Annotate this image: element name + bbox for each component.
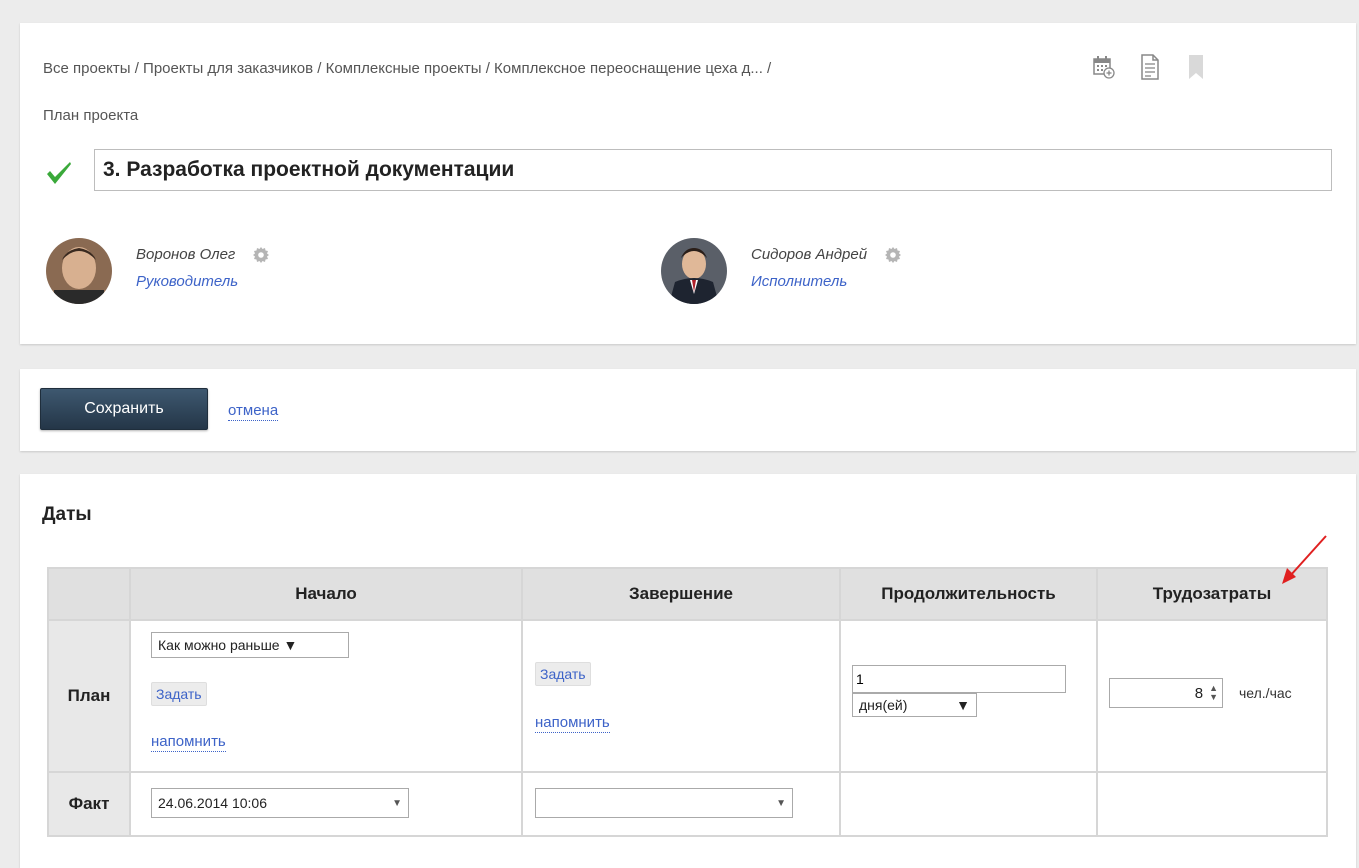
header-toolbar xyxy=(1092,53,1208,81)
dates-table: Начало Завершение Продолжительность Труд… xyxy=(47,567,1328,837)
annotation-arrow-icon xyxy=(1282,535,1327,584)
actions-card: Сохранить отмена xyxy=(20,369,1356,451)
gear-icon[interactable] xyxy=(253,246,270,263)
avatar xyxy=(46,238,112,304)
duration-unit-value: дня(ей) xyxy=(859,697,908,713)
cell-fact-duration xyxy=(839,771,1098,837)
cell-fact-effort xyxy=(1096,771,1328,837)
person-executor: Сидоров Андрей Исполнитель xyxy=(661,238,902,304)
table-row-fact: Факт 24.06.2014 10:06 ▼ ▼ xyxy=(47,771,1328,837)
gear-icon[interactable] xyxy=(885,246,902,263)
bookmark-icon[interactable] xyxy=(1184,53,1208,81)
col-header-end: Завершение xyxy=(521,567,841,621)
cell-fact-end: ▼ xyxy=(521,771,841,837)
cell-plan-effort: 8 ▲ ▼ чел./час xyxy=(1096,619,1328,773)
effort-unit-label: чел./час xyxy=(1239,685,1292,701)
effort-value: 8 xyxy=(1194,684,1204,702)
cell-plan-start: Как можно раньше ▼ Задать напомнить xyxy=(129,619,523,773)
task-title-input[interactable] xyxy=(94,149,1332,191)
chevron-down-icon: ▼ xyxy=(392,797,402,809)
breadcrumb[interactable]: Все проекты / Проекты для заказчиков / К… xyxy=(43,60,771,77)
duration-input[interactable] xyxy=(852,665,1066,693)
cell-fact-start: 24.06.2014 10:06 ▼ xyxy=(129,771,523,837)
avatar xyxy=(661,238,727,304)
chevron-down-icon: ▼ xyxy=(956,697,970,713)
remind-end-link[interactable]: напомнить xyxy=(535,714,610,733)
person-role-link[interactable]: Исполнитель xyxy=(751,273,901,290)
set-end-button[interactable]: Задать xyxy=(535,662,591,686)
set-start-button[interactable]: Задать xyxy=(151,682,207,706)
document-icon[interactable] xyxy=(1138,53,1162,81)
remind-start-link[interactable]: напомнить xyxy=(151,733,226,752)
calendar-add-icon[interactable] xyxy=(1092,53,1116,81)
checkmark-icon[interactable] xyxy=(46,161,72,185)
duration-unit-select[interactable]: дня(ей) ▼ xyxy=(852,693,977,717)
cancel-link[interactable]: отмена xyxy=(228,402,279,421)
person-name: Воронов Олег xyxy=(136,246,270,263)
section-title: Даты xyxy=(42,504,92,525)
person-name-text: Сидоров Андрей xyxy=(751,246,868,263)
cell-plan-end: Задать напомнить xyxy=(521,619,841,773)
task-header-card: Все проекты / Проекты для заказчиков / К… xyxy=(20,23,1356,344)
dates-card: Даты Начало Завершение Продолжительность… xyxy=(20,474,1356,868)
stepper-arrows-icon[interactable]: ▲ ▼ xyxy=(1209,684,1218,702)
col-header-start: Начало xyxy=(129,567,523,621)
table-row-plan: План Как можно раньше ▼ Задать напомнить… xyxy=(47,619,1328,773)
fact-end-select[interactable]: ▼ xyxy=(535,788,793,818)
person-name-text: Воронов Олег xyxy=(136,246,236,263)
header-corner xyxy=(47,567,131,621)
start-mode-select[interactable]: Как можно раньше ▼ xyxy=(151,632,349,658)
person-role-link[interactable]: Руководитель xyxy=(136,273,269,290)
effort-stepper[interactable]: 8 ▲ ▼ xyxy=(1109,678,1223,708)
breadcrumb-current: План проекта xyxy=(43,107,139,124)
start-mode-value: Как можно раньше ▼ xyxy=(158,637,298,653)
col-header-duration: Продолжительность xyxy=(839,567,1098,621)
save-button[interactable]: Сохранить xyxy=(40,388,208,430)
fact-start-value: 24.06.2014 10:06 xyxy=(158,795,267,811)
chevron-down-icon: ▼ xyxy=(776,797,786,809)
row-label-fact: Факт xyxy=(47,771,131,837)
fact-start-select[interactable]: 24.06.2014 10:06 ▼ xyxy=(151,788,409,818)
cell-plan-duration: дня(ей) ▼ xyxy=(839,619,1098,773)
row-label-plan: План xyxy=(47,619,131,773)
person-name: Сидоров Андрей xyxy=(751,246,902,263)
person-manager: Воронов Олег Руководитель xyxy=(46,238,270,304)
